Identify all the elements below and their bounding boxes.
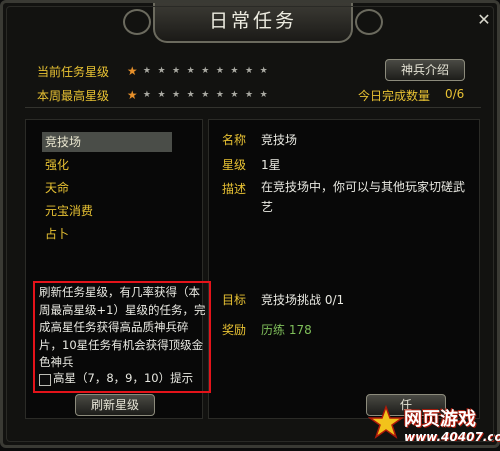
title-ornament-right (355, 9, 383, 35)
task-item-enhance[interactable]: 强化 (42, 155, 172, 175)
star-empty-icon: ★ (230, 66, 239, 76)
star-empty-icon: ★ (201, 90, 210, 100)
detail-target-value: 竞技场挑战 0/1 (261, 293, 345, 307)
star-logo-icon (368, 405, 404, 439)
star-empty-icon: ★ (201, 66, 210, 76)
high-star-checkbox[interactable] (39, 374, 51, 386)
star-filled-icon: ★ (126, 88, 138, 102)
detail-star-value: 1星 (261, 158, 281, 172)
star-empty-icon: ★ (172, 66, 181, 76)
task-item-arena[interactable]: 竞技场 (42, 132, 172, 152)
soldier-intro-button[interactable]: 神兵介绍 (385, 59, 465, 81)
star-empty-icon: ★ (157, 90, 166, 100)
star-empty-icon: ★ (172, 90, 181, 100)
star-empty-icon: ★ (259, 66, 268, 76)
detail-desc-label: 描述 (222, 182, 247, 196)
week-best-star-rating: ★ ★ ★ ★ ★ ★ ★ ★ ★ ★ (125, 87, 271, 103)
detail-target-label: 目标 (222, 293, 247, 307)
current-star-label: 当前任务星级 (37, 65, 110, 79)
detail-reward-label: 奖励 (222, 323, 247, 337)
daily-task-window: 日常任务 ✕ 当前任务星级 ★ ★ ★ ★ ★ ★ ★ ★ ★ ★ 本周最高星级 ★ ★ ★ ★ ★ ★ ★ ★… (0, 0, 500, 448)
star-empty-icon: ★ (215, 90, 224, 100)
site-watermark: 网页游戏 www.40407.com (368, 403, 500, 451)
current-star-rating: ★ ★ ★ ★ ★ ★ ★ ★ ★ ★ (125, 63, 271, 79)
star-filled-icon: ★ (126, 64, 138, 78)
star-empty-icon: ★ (186, 90, 195, 100)
refresh-help-text: 刷新任务星级，有几率获得（本周最高星级+1）星级的任务，完成高星任务获得高品质神… (39, 285, 206, 369)
window-title: 日常任务 (153, 3, 353, 43)
refresh-stars-button[interactable]: 刷新星级 (75, 394, 155, 416)
task-detail-panel (208, 119, 480, 419)
star-empty-icon: ★ (245, 66, 254, 76)
task-item-ingot-spend[interactable]: 元宝消费 (42, 201, 172, 221)
close-icon[interactable]: ✕ (473, 9, 495, 31)
completed-count-value: 0/6 (445, 87, 465, 101)
star-empty-icon: ★ (142, 66, 151, 76)
star-empty-icon: ★ (142, 90, 151, 100)
task-item-divination[interactable]: 占卜 (42, 224, 172, 244)
detail-desc-value: 在竞技场中，你可以与其他玩家切磋武艺 (261, 180, 466, 214)
detail-star-label: 星级 (222, 158, 247, 172)
star-empty-icon: ★ (186, 66, 195, 76)
star-empty-icon: ★ (245, 90, 254, 100)
detail-reward-value: 历练 178 (261, 323, 312, 337)
star-empty-icon: ★ (230, 90, 239, 100)
watermark-title: 网页游戏 (404, 409, 476, 430)
detail-name-value: 竞技场 (261, 133, 298, 147)
detail-name-label: 名称 (222, 133, 247, 147)
star-empty-icon: ★ (157, 66, 166, 76)
completed-count-label: 今日完成数量 (358, 89, 431, 103)
high-star-checkbox-label: 高星（7，8，9，10）提示 (53, 371, 194, 385)
watermark-url: www.40407.com (404, 430, 500, 444)
star-empty-icon: ★ (259, 90, 268, 100)
star-empty-icon: ★ (215, 66, 224, 76)
task-item-destiny[interactable]: 天命 (42, 178, 172, 198)
title-ornament-left (123, 9, 151, 35)
divider (25, 107, 481, 108)
week-best-star-label: 本周最高星级 (37, 89, 110, 103)
